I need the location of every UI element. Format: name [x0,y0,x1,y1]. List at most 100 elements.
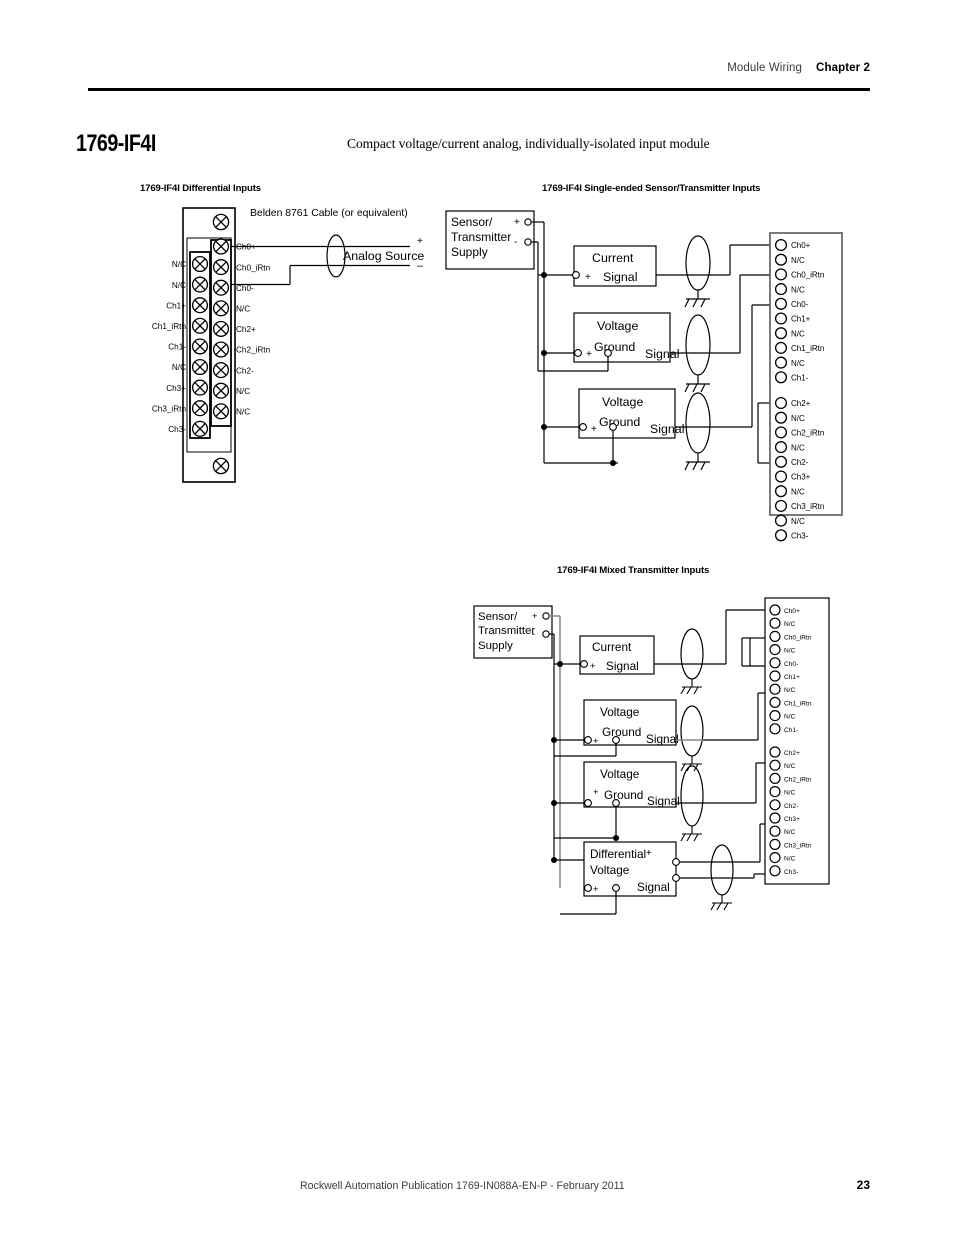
device-title: Voltage [597,319,638,333]
module-terminal: Ch0- [774,297,809,310]
module-terminal-label: Ch2- [784,803,798,810]
supply-plus-terminal [524,218,532,226]
module-terminal: N/C [774,327,805,340]
terminal-label: Ch2+ [236,325,256,334]
supply-line-1: Sensor/ [478,611,518,623]
device-diff-plus-terminal [672,858,680,866]
device-signal-label: Signal [606,659,639,673]
supply-minus-terminal [524,238,532,246]
device-plus-label: + [585,272,591,283]
module-terminal: Ch1- [774,371,809,384]
device-title: Differential [590,847,646,861]
terminal-label: N/C [236,408,250,417]
module-terminal: N/C [774,441,805,454]
page-subtitle: Compact voltage/current analog, individu… [347,136,710,151]
supply-plus-label: + [532,610,538,621]
module-terminal-label: Ch0_iRtn [784,634,812,641]
sensor-transmitter-supply-box: Sensor/ Transmitter Supply + - [445,210,535,270]
terminal-screw [191,358,209,376]
terminal-screw [212,238,230,255]
junction-dot [541,350,547,356]
header-section-label: Module Wiring [727,62,803,74]
device-title: Voltage [600,705,640,719]
analog-source-label: Analog Source [343,249,424,263]
supply-plus-terminal [542,612,550,620]
device-signal-label: Signal [603,270,637,284]
module-terminal-label: Ch1_iRtn [784,700,812,707]
module-terminal-label: Ch2+ [791,399,811,408]
module-terminal-label: N/C [784,648,796,655]
device-ground-label: Ground [604,788,643,802]
supply-minus-terminal [542,630,550,638]
module-terminal-label: N/C [784,714,796,721]
module-terminal-label: Ch3- [784,869,798,876]
device-plus-terminal [574,349,582,357]
terminal-screw [212,362,230,379]
device-title: Current [592,640,632,654]
junction-dot [610,460,616,466]
module-terminal-label: Ch0_iRtn [791,271,824,280]
terminal-screws-right [212,238,230,420]
module-terminal-label: Ch2_iRtn [784,776,812,783]
device-current: Current Signal + [579,635,692,675]
module-terminal-label: Ch3+ [791,473,811,482]
device-diff-minus-terminal [672,874,680,882]
module-terminal: N/C [774,283,805,296]
module-terminal: N/C [774,485,805,498]
device-voltage-1: Voltage Ground Signal + [554,699,692,757]
terminal-screw [191,379,209,396]
module-terminal-label: N/C [791,487,805,496]
device-plus-label: + [593,883,599,894]
module-terminal-label: Ch1- [784,727,798,734]
terminal-label: Ch1- [168,343,186,352]
terminal-label: Ch1_iRtn [152,322,187,331]
device-ground-terminal [612,799,620,807]
terminal-screw [212,300,230,317]
module-terminal: Ch1_iRtn [774,341,824,354]
terminal-label: Ch1+ [166,301,186,310]
device-title: Voltage [600,767,640,781]
supply-line-3: Supply [478,640,513,652]
module-terminal-label: Ch1_iRtn [791,344,824,353]
device-ground-label: Ground [599,415,640,429]
terminal-label: Ch3_iRtn [152,404,187,413]
terminal-screw [191,420,209,437]
module-terminal: Ch3- [774,529,809,542]
terminal-screw [212,341,230,358]
module-terminal-label: Ch3_iRtn [784,842,812,849]
cable-shields [680,628,734,896]
junction-dot [551,737,557,743]
device-signal-label: Signal [647,794,680,808]
module-terminal-label: Ch2+ [784,750,800,757]
device-plus-terminal [584,736,592,744]
module-terminal-label: Ch1+ [791,315,811,324]
terminal-screw [212,259,230,276]
module-terminal-label: Ch0- [791,300,809,309]
diagram-single-ended-inputs: Sensor/ Transmitter Supply + - Current S… [440,205,860,550]
cable-shields [685,235,711,454]
device-plus-label: + [593,735,599,746]
module-terminal-label: N/C [784,621,796,628]
terminal-label: Ch0+ [236,243,256,252]
module-terminal: Ch2- [774,455,809,468]
device-signal-label: Signal [646,732,679,746]
module-terminal-label: Ch3+ [784,816,800,823]
terminal-label: Ch2_iRtn [236,346,271,355]
module-terminal-label: Ch2- [791,458,809,467]
module-terminal-label: N/C [791,329,805,338]
diagram-differential-inputs: N/C N/C Ch1+ Ch1_iRtn Ch1- N/C Ch3+ Ch3_iRtn Ch3… [140,200,440,500]
terminal-screw [212,382,230,399]
module-terminal-label: Ch2_iRtn [791,429,824,438]
supply-line-2: Transmitter [451,230,511,244]
terminal-label: Ch0- [236,284,254,293]
junction-dot [551,857,557,863]
device-ground-label: Ground [594,340,635,354]
device-title: Current [592,251,634,265]
supply-minus-label: - [514,237,517,248]
device-ground-label: Ground [602,725,641,739]
device-plus-terminal [579,423,587,431]
module-terminal-label: N/C [791,443,805,452]
terminal-screw [212,320,230,337]
terminal-screw-bottom [212,457,230,475]
module-terminal-label: N/C [784,790,796,797]
